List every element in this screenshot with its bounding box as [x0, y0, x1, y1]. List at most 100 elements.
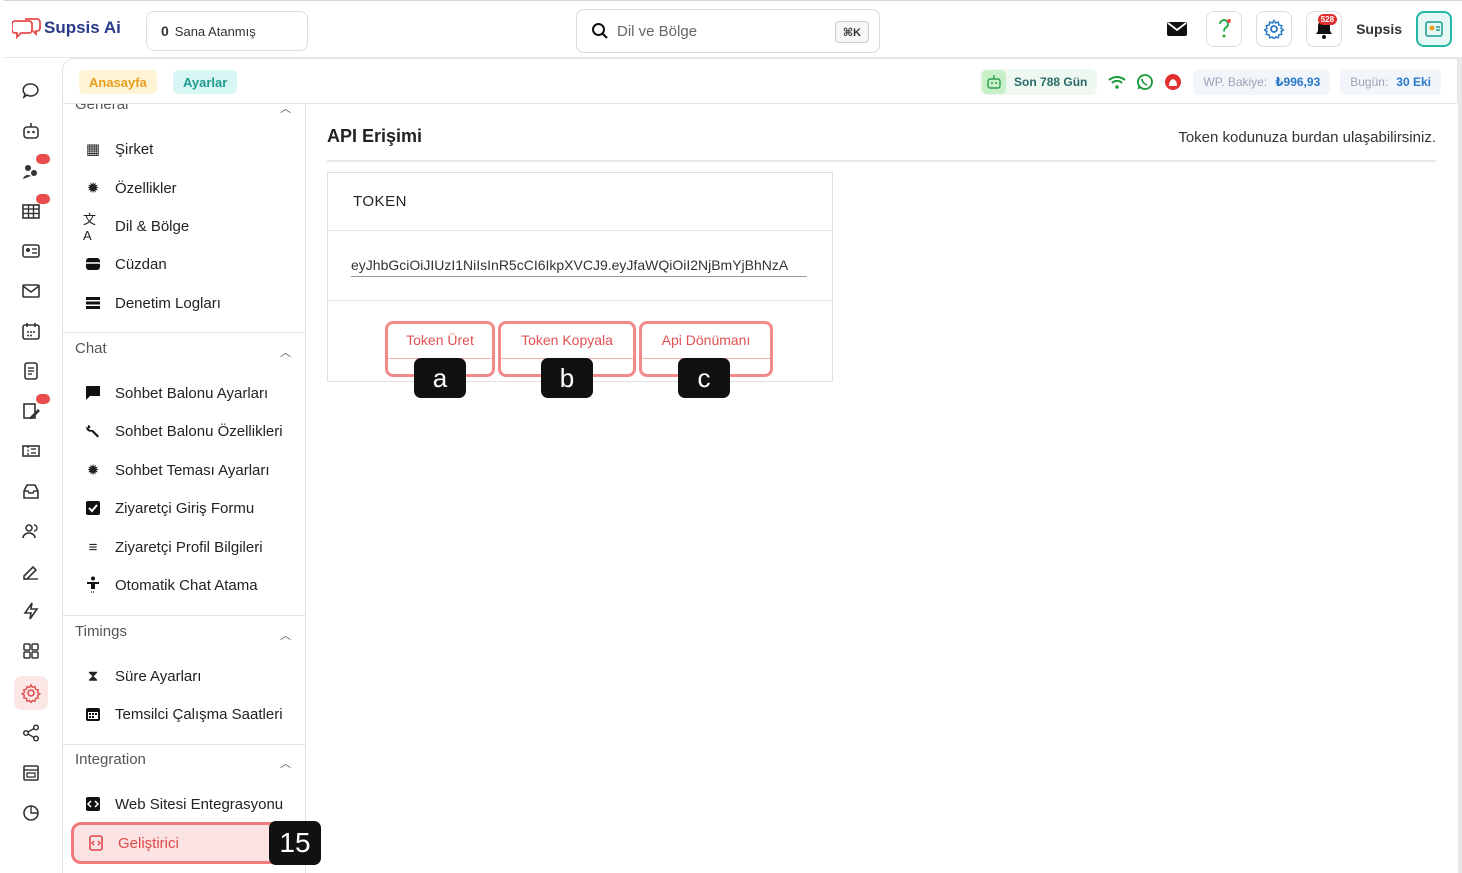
nav-item-visitor-profile[interactable]: ≡ Ziyaretçi Profil Bilgileri	[83, 532, 263, 562]
chat-bubble-icon	[83, 383, 103, 403]
rail-users-icon[interactable]	[18, 518, 44, 544]
rail-bot-icon[interactable]	[18, 118, 44, 144]
developer-icon	[86, 833, 106, 853]
nav-item-label: Süre Ayarları	[115, 667, 202, 685]
subscription-days: Son 788 Gün	[980, 69, 1098, 95]
search-input[interactable]: Dil ve Bölge ⌘K	[576, 9, 880, 53]
section-integration-title[interactable]: Integration	[75, 751, 146, 768]
nav-item-label: Web Sitesi Entegrasyonu	[115, 795, 284, 813]
rail-inbox-icon[interactable]	[18, 478, 44, 504]
annotation-badge-b: b	[541, 358, 593, 398]
nav-item-time-settings[interactable]: ⧗ Süre Ayarları	[83, 661, 202, 691]
rail-contacts-icon[interactable]	[18, 154, 50, 184]
today-value: 30 Eki	[1396, 75, 1431, 89]
generate-token-label: Token Üret	[406, 332, 474, 348]
help-button[interactable]	[1206, 11, 1243, 47]
app-name: Supsis Ai	[44, 18, 121, 37]
wrench-icon	[83, 421, 103, 441]
rail-share-icon[interactable]	[18, 720, 44, 746]
rail-edit-note-icon[interactable]	[18, 394, 50, 424]
nav-item-chat-theme[interactable]: ✹ Sohbet Teması Ayarları	[83, 455, 270, 485]
rail-table-icon[interactable]	[18, 194, 50, 224]
mail-icon	[1167, 22, 1188, 36]
chevron-up-icon[interactable]: ︿	[280, 344, 291, 360]
main-content: API Erişimi Token kodunuza burdan ulaşab…	[307, 104, 1458, 873]
nav-item-label: Ziyaretçi Profil Bilgileri	[115, 538, 263, 556]
section-timings-title[interactable]: Timings	[75, 623, 127, 640]
rail-ticket-icon[interactable]	[18, 438, 44, 464]
translate-icon: 文A	[83, 212, 97, 243]
search-icon	[592, 23, 608, 39]
notifications-button[interactable]: 528	[1306, 11, 1343, 47]
nav-item-language-region[interactable]: 文A Dil & Bölge	[83, 211, 189, 243]
breadcrumb-home[interactable]: Anasayfa	[79, 70, 157, 94]
top-bar: Supsis Ai 0 Sana Atanmış Dil ve Bölge ⌘K…	[4, 0, 1462, 58]
gear-icon: ✹	[86, 180, 100, 197]
nav-item-features[interactable]: ✹ Özellikler	[83, 173, 177, 203]
nav-item-auto-chat-assign[interactable]: Otomatik Chat Atama	[83, 570, 258, 600]
assigned-count: 0	[161, 23, 169, 39]
page-title: API Erişimi	[327, 126, 423, 146]
left-rail	[4, 58, 60, 873]
question-icon	[1219, 19, 1232, 38]
rail-reports-icon[interactable]	[18, 800, 44, 826]
robot-icon	[982, 70, 1007, 94]
section-chat-title[interactable]: Chat	[75, 340, 107, 357]
app-window: Supsis Ai 0 Sana Atanmış Dil ve Bölge ⌘K…	[0, 0, 1462, 873]
settings-button[interactable]	[1256, 11, 1293, 47]
nav-item-label: Geliştirici	[118, 834, 179, 852]
scrollbar[interactable]	[1458, 58, 1462, 873]
mail-button[interactable]	[1162, 11, 1192, 47]
list-icon	[83, 293, 103, 313]
annotation-badge-a: a	[414, 358, 466, 398]
rail-signature-icon[interactable]	[18, 558, 44, 584]
chevron-up-icon[interactable]: ︿	[280, 104, 291, 116]
rail-mail-icon[interactable]	[18, 278, 44, 304]
nav-item-label: Denetim Logları	[115, 294, 221, 312]
nav-item-website-integration[interactable]: Web Sitesi Entegrasyonu	[83, 789, 283, 819]
rail-calendar-icon[interactable]	[18, 318, 44, 344]
rail-flash-icon[interactable]	[18, 598, 44, 624]
nav-item-company[interactable]: ▦ Şirket	[83, 134, 153, 164]
rail-id-card-icon[interactable]	[18, 238, 44, 264]
assigned-label: Sana Atanmış	[174, 23, 256, 39]
token-card-title: TOKEN	[328, 173, 832, 231]
nav-item-audit-logs[interactable]: Denetim Logları	[83, 288, 221, 318]
person-assign-icon	[83, 575, 103, 595]
nav-item-agent-hours[interactable]: Temsilci Çalışma Saatleri	[83, 699, 283, 729]
whatsapp-icon	[1137, 74, 1154, 90]
rail-document-icon[interactable]	[18, 358, 44, 384]
nav-item-label: Özellikler	[115, 179, 177, 197]
app-logo[interactable]: Supsis Ai	[12, 17, 121, 39]
rail-apps-icon[interactable]	[18, 638, 44, 664]
settings-nav: General ︿ ▦ Şirket ✹ Özellikler 文A Dil & Bö…	[62, 104, 306, 873]
username[interactable]: Supsis	[1356, 21, 1402, 37]
nav-item-chat-bubble-features[interactable]: Sohbet Balonu Özellikleri	[83, 416, 283, 446]
wp-balance: WP. Bakiye: ₺996,93	[1193, 69, 1331, 95]
nav-item-chat-bubble-settings[interactable]: Sohbet Balonu Ayarları	[83, 378, 268, 408]
checkbox-icon	[83, 498, 103, 518]
nav-item-label: Cüzdan	[115, 255, 167, 273]
logo-chat-icon	[12, 18, 41, 39]
chevron-up-icon[interactable]: ︿	[280, 627, 291, 643]
rail-conversations-icon[interactable]	[18, 78, 44, 104]
section-general-title[interactable]: General	[75, 104, 128, 113]
rail-store-icon[interactable]	[18, 760, 44, 786]
user-avatar[interactable]	[1416, 11, 1452, 47]
nav-item-visitor-form[interactable]: Ziyaretçi Giriş Formu	[83, 493, 254, 523]
code-icon	[83, 794, 103, 814]
rail-settings-icon[interactable]	[14, 676, 48, 710]
nav-item-label: Şirket	[115, 140, 154, 158]
divider	[327, 160, 1436, 162]
assigned-to-me-button[interactable]: 0 Sana Atanmış	[146, 11, 308, 51]
nav-item-wallet[interactable]: Cüzdan	[83, 249, 167, 279]
breadcrumb-settings[interactable]: Ayarlar	[173, 70, 238, 94]
divider	[63, 744, 305, 745]
calendar-icon	[83, 704, 103, 724]
new-badge	[36, 394, 50, 404]
chevron-up-icon[interactable]: ︿	[280, 755, 291, 771]
token-card: TOKEN Token Üret Token Kopyala Api Dönüm…	[327, 172, 833, 382]
token-row	[328, 231, 832, 301]
token-field[interactable]	[351, 253, 807, 277]
search-shortcut: ⌘K	[834, 21, 869, 43]
